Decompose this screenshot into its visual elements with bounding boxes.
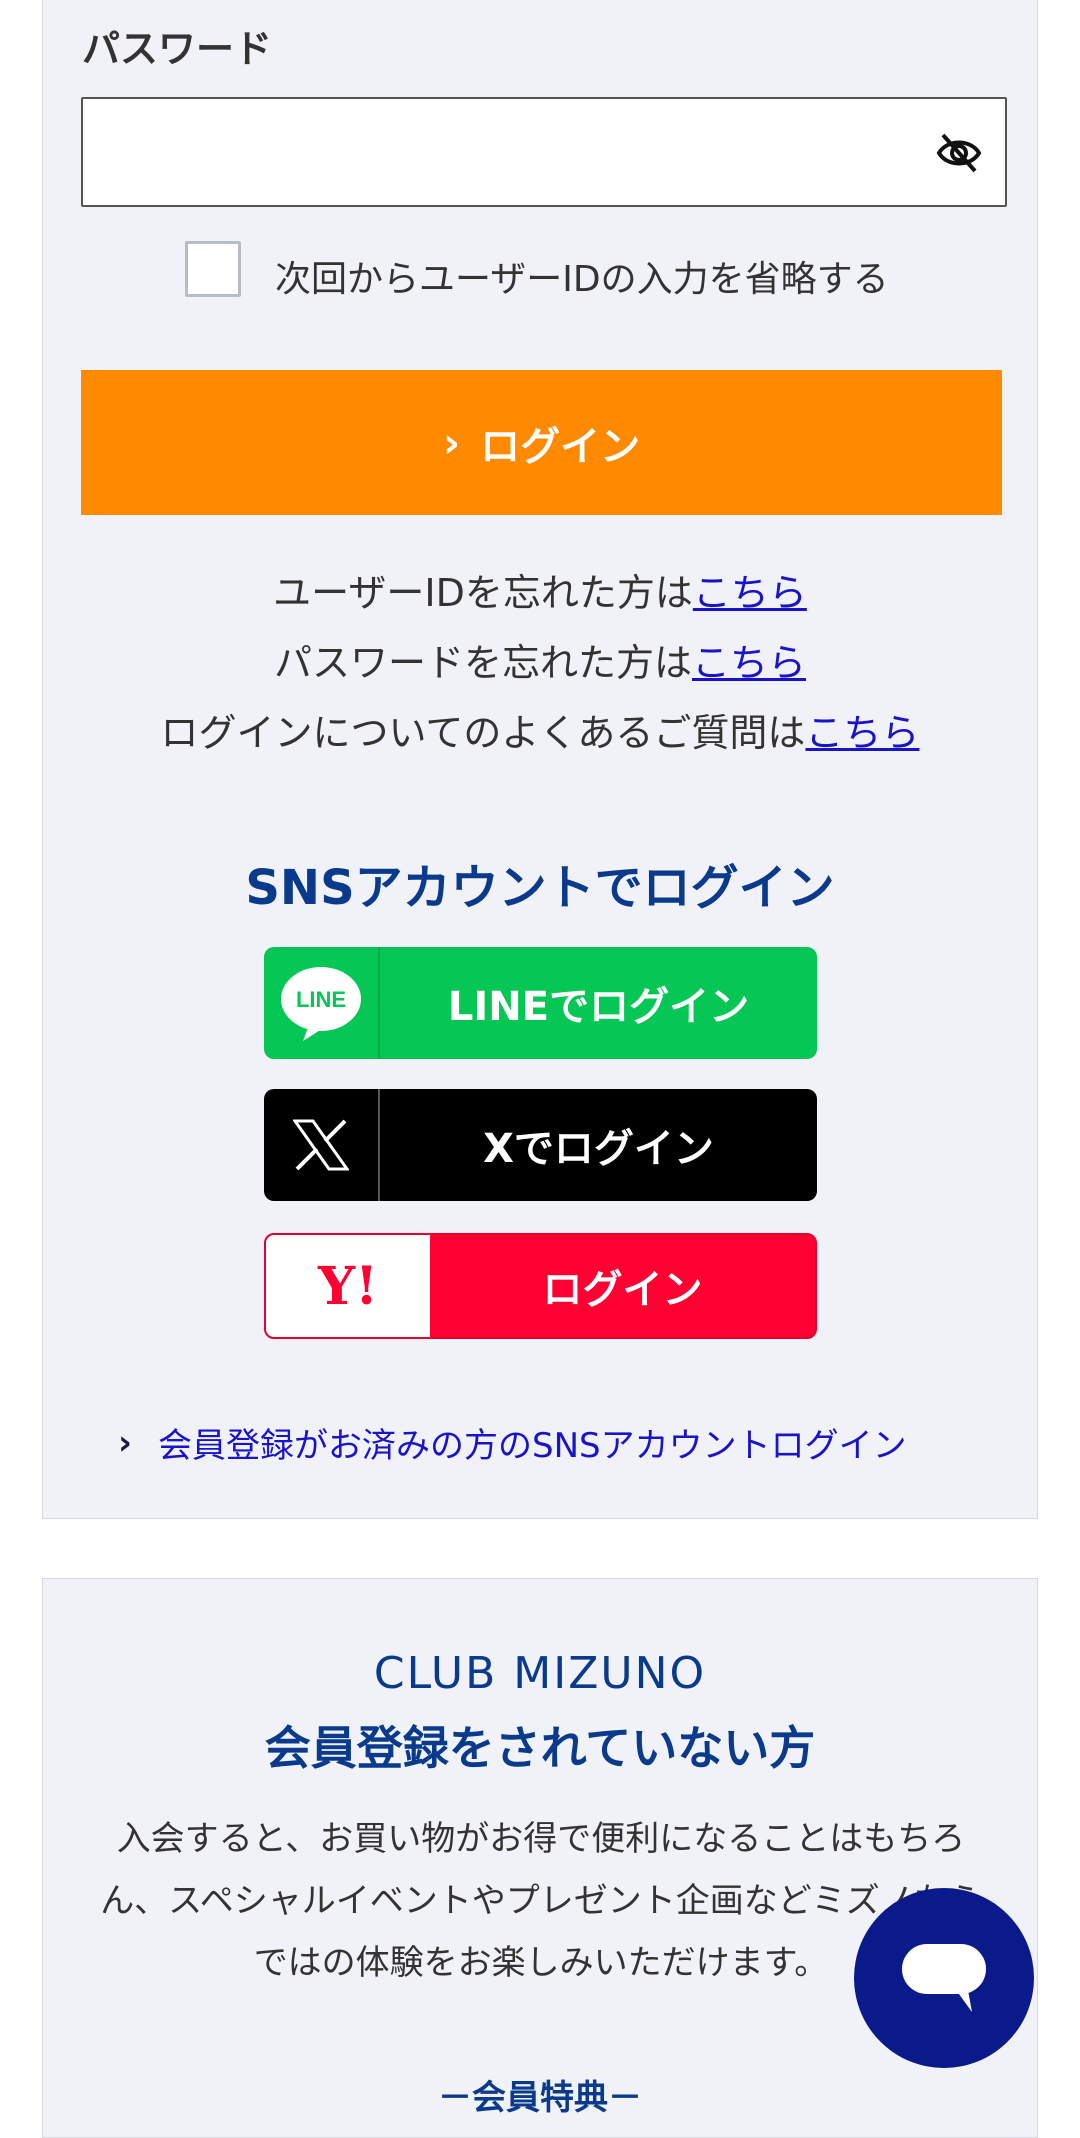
forgot-password-line: パスワードを忘れた方はこちら (273, 641, 807, 685)
chat-bubble-icon (902, 1944, 986, 2012)
yahoo-login-label: ログイン (542, 1267, 703, 1313)
chevron-right-icon: › (118, 1422, 133, 1463)
sns-title: SNSアカウントでログイン (245, 860, 835, 916)
x-login-label: Xでログイン (483, 1126, 714, 1172)
chevron-right-icon: › (442, 418, 461, 467)
yahoo-japan-icon: Y! (266, 1235, 430, 1337)
faq-link[interactable]: こちら (805, 711, 919, 755)
forgot-id-link[interactable]: こちら (693, 571, 807, 615)
x-logo-icon (264, 1089, 380, 1201)
remember-label: 次回からユーザーIDの入力を省略する (275, 259, 889, 300)
password-field[interactable] (81, 97, 1007, 207)
benefit-heading: －会員特典－ (438, 2078, 642, 2118)
line-login-label: LINEでログイン (447, 984, 750, 1030)
chat-button[interactable] (854, 1888, 1034, 2068)
yahoo-login-button[interactable]: Y! ログイン (264, 1233, 817, 1339)
member-sns-login-link[interactable]: › 会員登録がお済みの方のSNSアカウントログイン (118, 1418, 907, 1467)
forgot-id-line: ユーザーIDを忘れた方はこちら (273, 571, 807, 615)
line-icon: LINE (264, 947, 380, 1059)
svg-text:LINE: LINE (296, 987, 346, 1012)
login-button-label: ログイン (480, 423, 641, 470)
eye-slash-icon[interactable] (935, 131, 983, 175)
line-login-button[interactable]: LINE LINEでログイン (264, 947, 817, 1059)
member-sns-login-label: 会員登録がお済みの方のSNSアカウントログイン (158, 1426, 907, 1466)
forgot-password-link[interactable]: こちら (692, 641, 806, 685)
faq-line: ログインについてのよくあるご質問はこちら (160, 711, 920, 755)
club-title: CLUB MIZUNO (373, 1648, 707, 1699)
x-login-button[interactable]: Xでログイン (264, 1089, 817, 1201)
password-label: パスワード (82, 27, 273, 71)
remember-checkbox[interactable] (185, 241, 241, 297)
club-subtitle: 会員登録をされていない方 (264, 1721, 816, 1775)
login-button[interactable]: › ログイン (81, 370, 1002, 515)
